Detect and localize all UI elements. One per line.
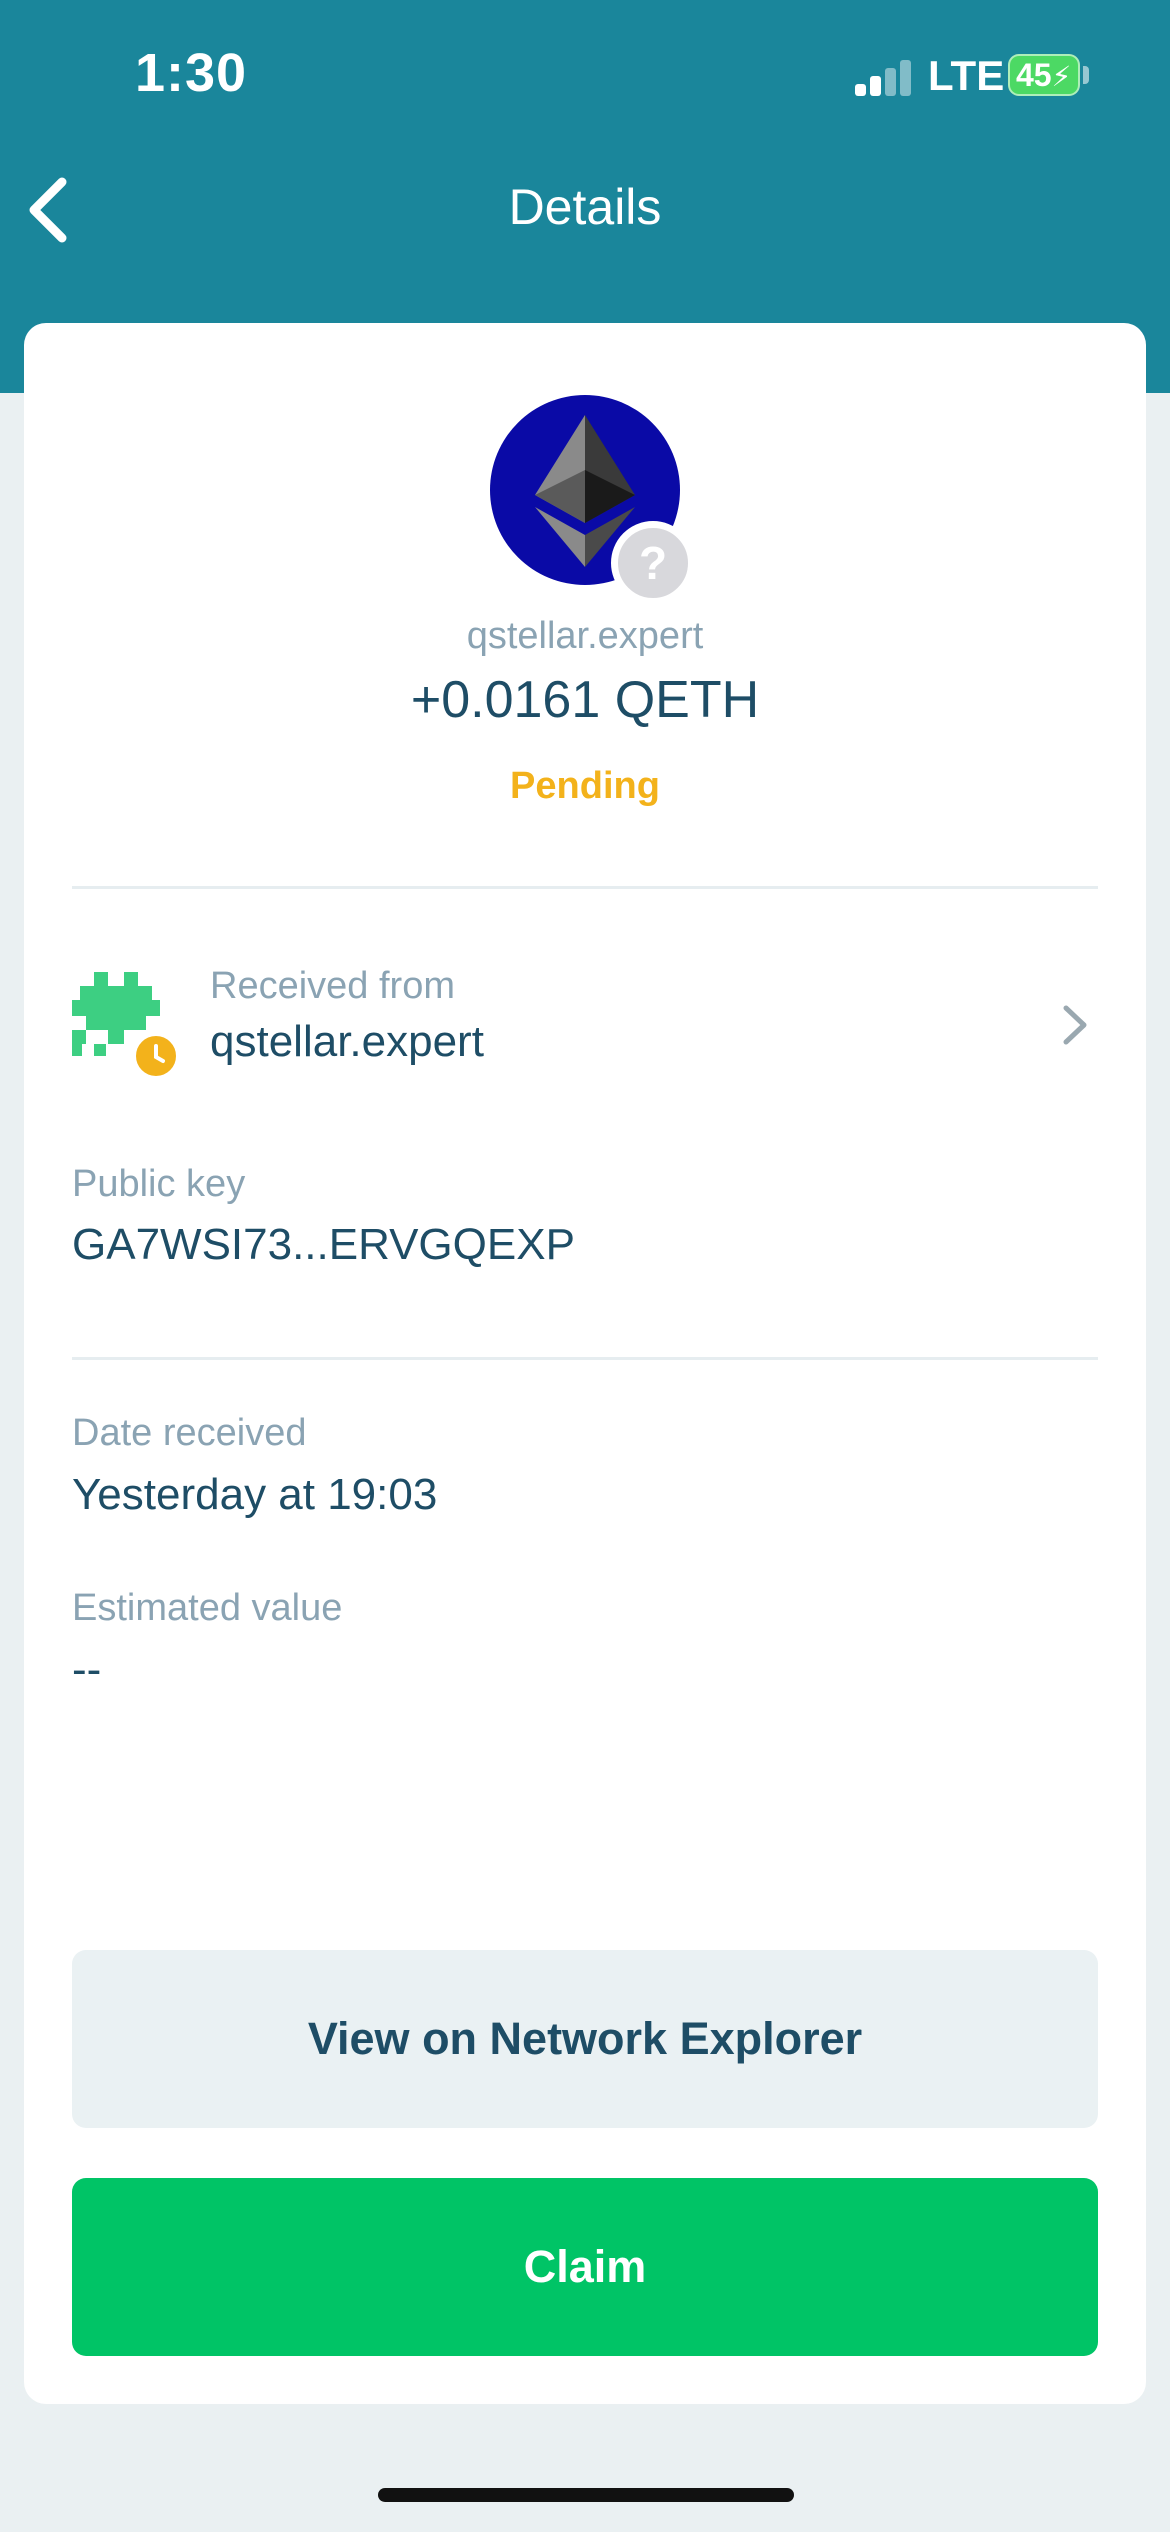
question-mark-icon: ? bbox=[611, 521, 695, 605]
transaction-status: Pending bbox=[510, 765, 660, 807]
date-received-value: Yesterday at 19:03 bbox=[72, 1470, 438, 1519]
sender-name: qstellar.expert bbox=[210, 1017, 484, 1066]
view-network-explorer-button[interactable]: View on Network Explorer bbox=[72, 1950, 1098, 2128]
home-indicator bbox=[378, 2488, 794, 2502]
claim-button[interactable]: Claim bbox=[72, 2178, 1098, 2356]
received-from-label: Received from bbox=[210, 965, 455, 1007]
clock-icon bbox=[132, 1032, 180, 1080]
transaction-amount: +0.0161 QETH bbox=[410, 671, 760, 729]
date-received-label: Date received bbox=[72, 1412, 307, 1454]
page-title: Details bbox=[508, 179, 662, 235]
public-key-label: Public key bbox=[72, 1163, 246, 1205]
asset-domain: qstellar.expert bbox=[466, 615, 704, 657]
estimated-value: -- bbox=[72, 1645, 102, 1694]
divider bbox=[72, 1357, 1098, 1360]
battery-level: 45 bbox=[1016, 57, 1052, 93]
network-type: LTE bbox=[928, 52, 1005, 99]
battery-cap bbox=[1083, 66, 1089, 84]
public-key-value: GA7WSI73...ERVGQEXP bbox=[72, 1220, 575, 1269]
estimated-value-label: Estimated value bbox=[72, 1587, 343, 1629]
battery-icon: 45⚡ bbox=[1008, 54, 1080, 96]
status-time: 1:30 bbox=[135, 43, 248, 103]
sender-row[interactable]: Received from qstellar.expert bbox=[72, 950, 1098, 1100]
divider bbox=[72, 886, 1098, 889]
chevron-right-icon bbox=[1063, 1005, 1087, 1045]
signal-strength-icon bbox=[855, 60, 911, 96]
